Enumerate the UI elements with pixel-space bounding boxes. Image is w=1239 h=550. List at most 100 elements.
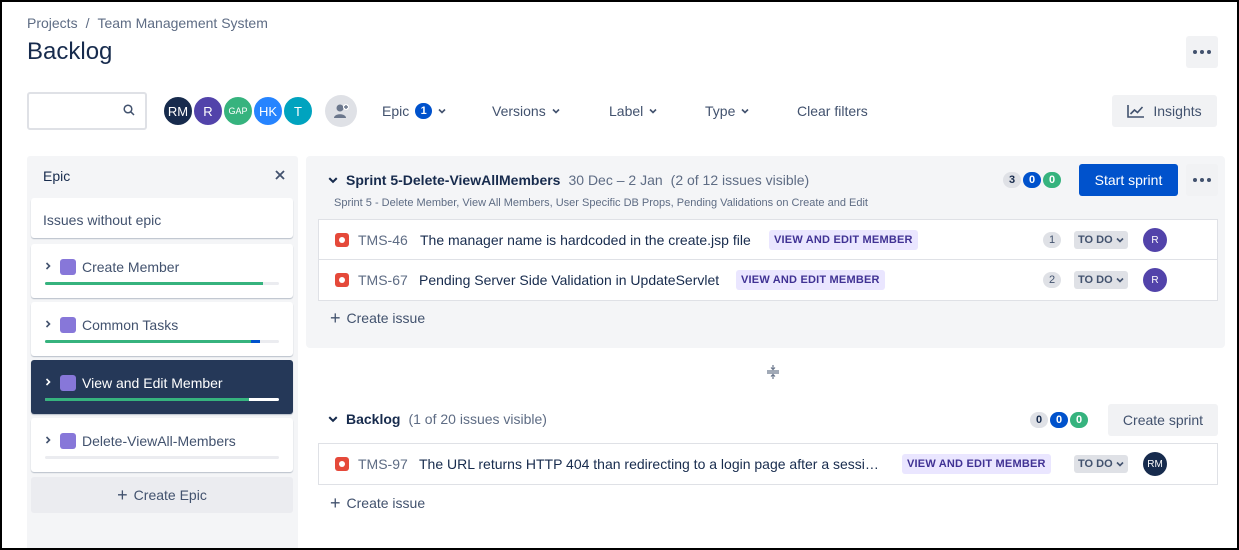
close-icon[interactable]	[274, 169, 286, 181]
avatar-t[interactable]: T	[282, 95, 314, 127]
chevron-down-icon	[1116, 461, 1124, 467]
avatar-rm[interactable]: RM	[162, 95, 194, 127]
epic-panel: Epic Issues without epic Create Member C…	[27, 156, 298, 548]
page-more-button[interactable]	[1186, 36, 1218, 68]
epic-filter-label: Epic	[382, 103, 410, 119]
inprogress-count: 0	[1023, 172, 1041, 188]
epic-color-swatch	[60, 317, 76, 333]
versions-filter[interactable]: Versions	[492, 103, 560, 119]
chevron-down-icon	[649, 108, 657, 114]
chevron-right-icon[interactable]	[44, 262, 52, 270]
breadcrumb-project[interactable]: Team Management System	[97, 15, 267, 31]
plus-icon: +	[117, 485, 128, 505]
type-filter[interactable]: Type	[705, 103, 749, 119]
insights-button[interactable]: Insights	[1112, 95, 1217, 127]
epic-item-view-and-edit-member[interactable]: View and Edit Member	[31, 360, 293, 414]
assignee-avatars: RM R GAP HK T	[162, 95, 314, 127]
chart-icon	[1127, 105, 1145, 118]
epic-color-swatch	[60, 375, 76, 391]
chevron-right-icon[interactable]	[44, 378, 52, 386]
insights-label: Insights	[1153, 103, 1202, 119]
epic-item-create-member[interactable]: Create Member	[31, 244, 293, 298]
sprint-name: Sprint 5-Delete-ViewAllMembers	[346, 172, 561, 188]
chevron-down-icon	[1116, 277, 1124, 283]
epic-item-delete-viewall-members[interactable]: Delete-ViewAll-Members	[31, 418, 293, 472]
plus-icon: +	[330, 493, 341, 513]
label-filter[interactable]: Label	[609, 103, 657, 119]
create-sprint-button[interactable]: Create sprint	[1108, 404, 1218, 436]
epic-progress-bar	[45, 282, 279, 285]
issues-without-epic[interactable]: Issues without epic	[31, 198, 293, 238]
chevron-down-icon[interactable]	[328, 414, 338, 424]
breadcrumb: Projects / Team Management System	[27, 15, 268, 31]
todo-count: 0	[1030, 412, 1048, 428]
breadcrumb-projects[interactable]: Projects	[27, 15, 78, 31]
start-sprint-button[interactable]: Start sprint	[1079, 164, 1178, 196]
status-dropdown[interactable]: TO DO	[1074, 231, 1128, 249]
sprint-more-button[interactable]	[1186, 164, 1218, 196]
add-user-icon	[334, 104, 349, 118]
backlog-name: Backlog	[346, 411, 401, 427]
epic-filter[interactable]: Epic 1	[382, 103, 446, 119]
clear-filters-label: Clear filters	[797, 103, 868, 119]
create-epic-button[interactable]: + Create Epic	[31, 477, 293, 513]
epic-progress-done	[45, 398, 249, 401]
chevron-right-icon[interactable]	[44, 436, 52, 444]
story-points[interactable]: 2	[1043, 272, 1061, 288]
breadcrumb-separator: /	[85, 15, 90, 31]
issue-row[interactable]: TMS-67 Pending Server Side Validation in…	[319, 260, 1217, 300]
assignee-avatar[interactable]: R	[1143, 228, 1167, 252]
search-input[interactable]	[27, 92, 147, 130]
plus-icon: +	[330, 308, 341, 328]
avatar-r[interactable]: R	[192, 95, 224, 127]
epic-item-common-tasks[interactable]: Common Tasks	[31, 302, 293, 356]
epic-progress-bar	[45, 398, 279, 401]
assignee-avatar[interactable]: R	[1143, 268, 1167, 292]
create-issue-button[interactable]: + Create issue	[330, 493, 426, 513]
chevron-right-icon[interactable]	[44, 320, 52, 328]
create-issue-label: Create issue	[346, 495, 426, 511]
issue-row[interactable]: TMS-97 The URL returns HTTP 404 than red…	[319, 444, 1217, 484]
issue-key[interactable]: TMS-46	[358, 232, 408, 248]
status-dropdown[interactable]: TO DO	[1074, 271, 1128, 289]
add-people-button[interactable]	[325, 95, 357, 127]
resize-handle-icon[interactable]	[765, 364, 781, 380]
status-dropdown[interactable]: TO DO	[1074, 455, 1128, 473]
issue-summary: The manager name is hardcoded in the cre…	[420, 232, 751, 248]
backlog-page: Projects / Team Management System Backlog …	[0, 0, 1239, 550]
backlog-header[interactable]: Backlog (1 of 20 issues visible)	[328, 411, 547, 427]
issue-key[interactable]: TMS-67	[358, 272, 408, 288]
issue-row[interactable]: TMS-46 The manager name is hardcoded in …	[319, 220, 1217, 260]
search-icon	[123, 104, 135, 116]
create-issue-label: Create issue	[346, 310, 426, 326]
status-label: TO DO	[1078, 234, 1113, 246]
epic-item-label: Create Member	[82, 259, 180, 275]
epic-color-swatch	[60, 433, 76, 449]
assignee-avatar[interactable]: RM	[1143, 452, 1167, 476]
inprogress-count: 0	[1050, 412, 1068, 428]
more-icon	[1193, 178, 1211, 182]
issue-key[interactable]: TMS-97	[358, 456, 408, 472]
chevron-down-icon[interactable]	[328, 175, 338, 185]
clear-filters-button[interactable]: Clear filters	[797, 103, 868, 119]
sprint-status-counts: 3 0 0	[1003, 172, 1061, 188]
issue-epic-lozenge: VIEW AND EDIT MEMBER	[769, 230, 918, 250]
epic-progress-done	[45, 282, 263, 285]
page-title: Backlog	[27, 38, 113, 65]
story-points[interactable]: 1	[1043, 232, 1061, 248]
create-epic-label: Create Epic	[133, 487, 207, 503]
versions-filter-label: Versions	[492, 103, 546, 119]
backlog-visible-count: (1 of 20 issues visible)	[408, 411, 547, 427]
epic-progress-bar	[45, 456, 279, 459]
issue-epic-lozenge: VIEW AND EDIT MEMBER	[902, 454, 1051, 474]
create-issue-button[interactable]: + Create issue	[330, 308, 426, 328]
issue-summary: Pending Server Side Validation in Update…	[419, 272, 720, 288]
sprint-goal: Sprint 5 - Delete Member, View All Membe…	[334, 197, 868, 209]
sprint-header[interactable]: Sprint 5-Delete-ViewAllMembers 30 Dec – …	[328, 172, 809, 188]
sprint-dates: 30 Dec – 2 Jan	[568, 172, 663, 188]
issues-without-epic-label: Issues without epic	[43, 212, 162, 228]
avatar-hk[interactable]: HK	[252, 95, 284, 127]
avatar-gap[interactable]: GAP	[222, 95, 254, 127]
issue-epic-lozenge: VIEW AND EDIT MEMBER	[736, 270, 885, 290]
epic-progress-inprogress	[250, 340, 261, 343]
